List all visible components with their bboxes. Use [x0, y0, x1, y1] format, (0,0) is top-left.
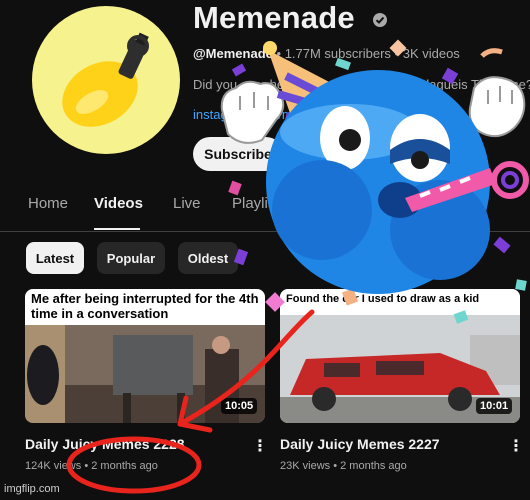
- right-glove-icon: [468, 76, 526, 138]
- red-circle-annotation: [66, 436, 202, 494]
- red-arrow-annotation: [177, 309, 315, 433]
- party-overlay: [66, 39, 529, 494]
- watermark: imgflip.com: [4, 483, 60, 495]
- left-glove-icon: [220, 80, 285, 144]
